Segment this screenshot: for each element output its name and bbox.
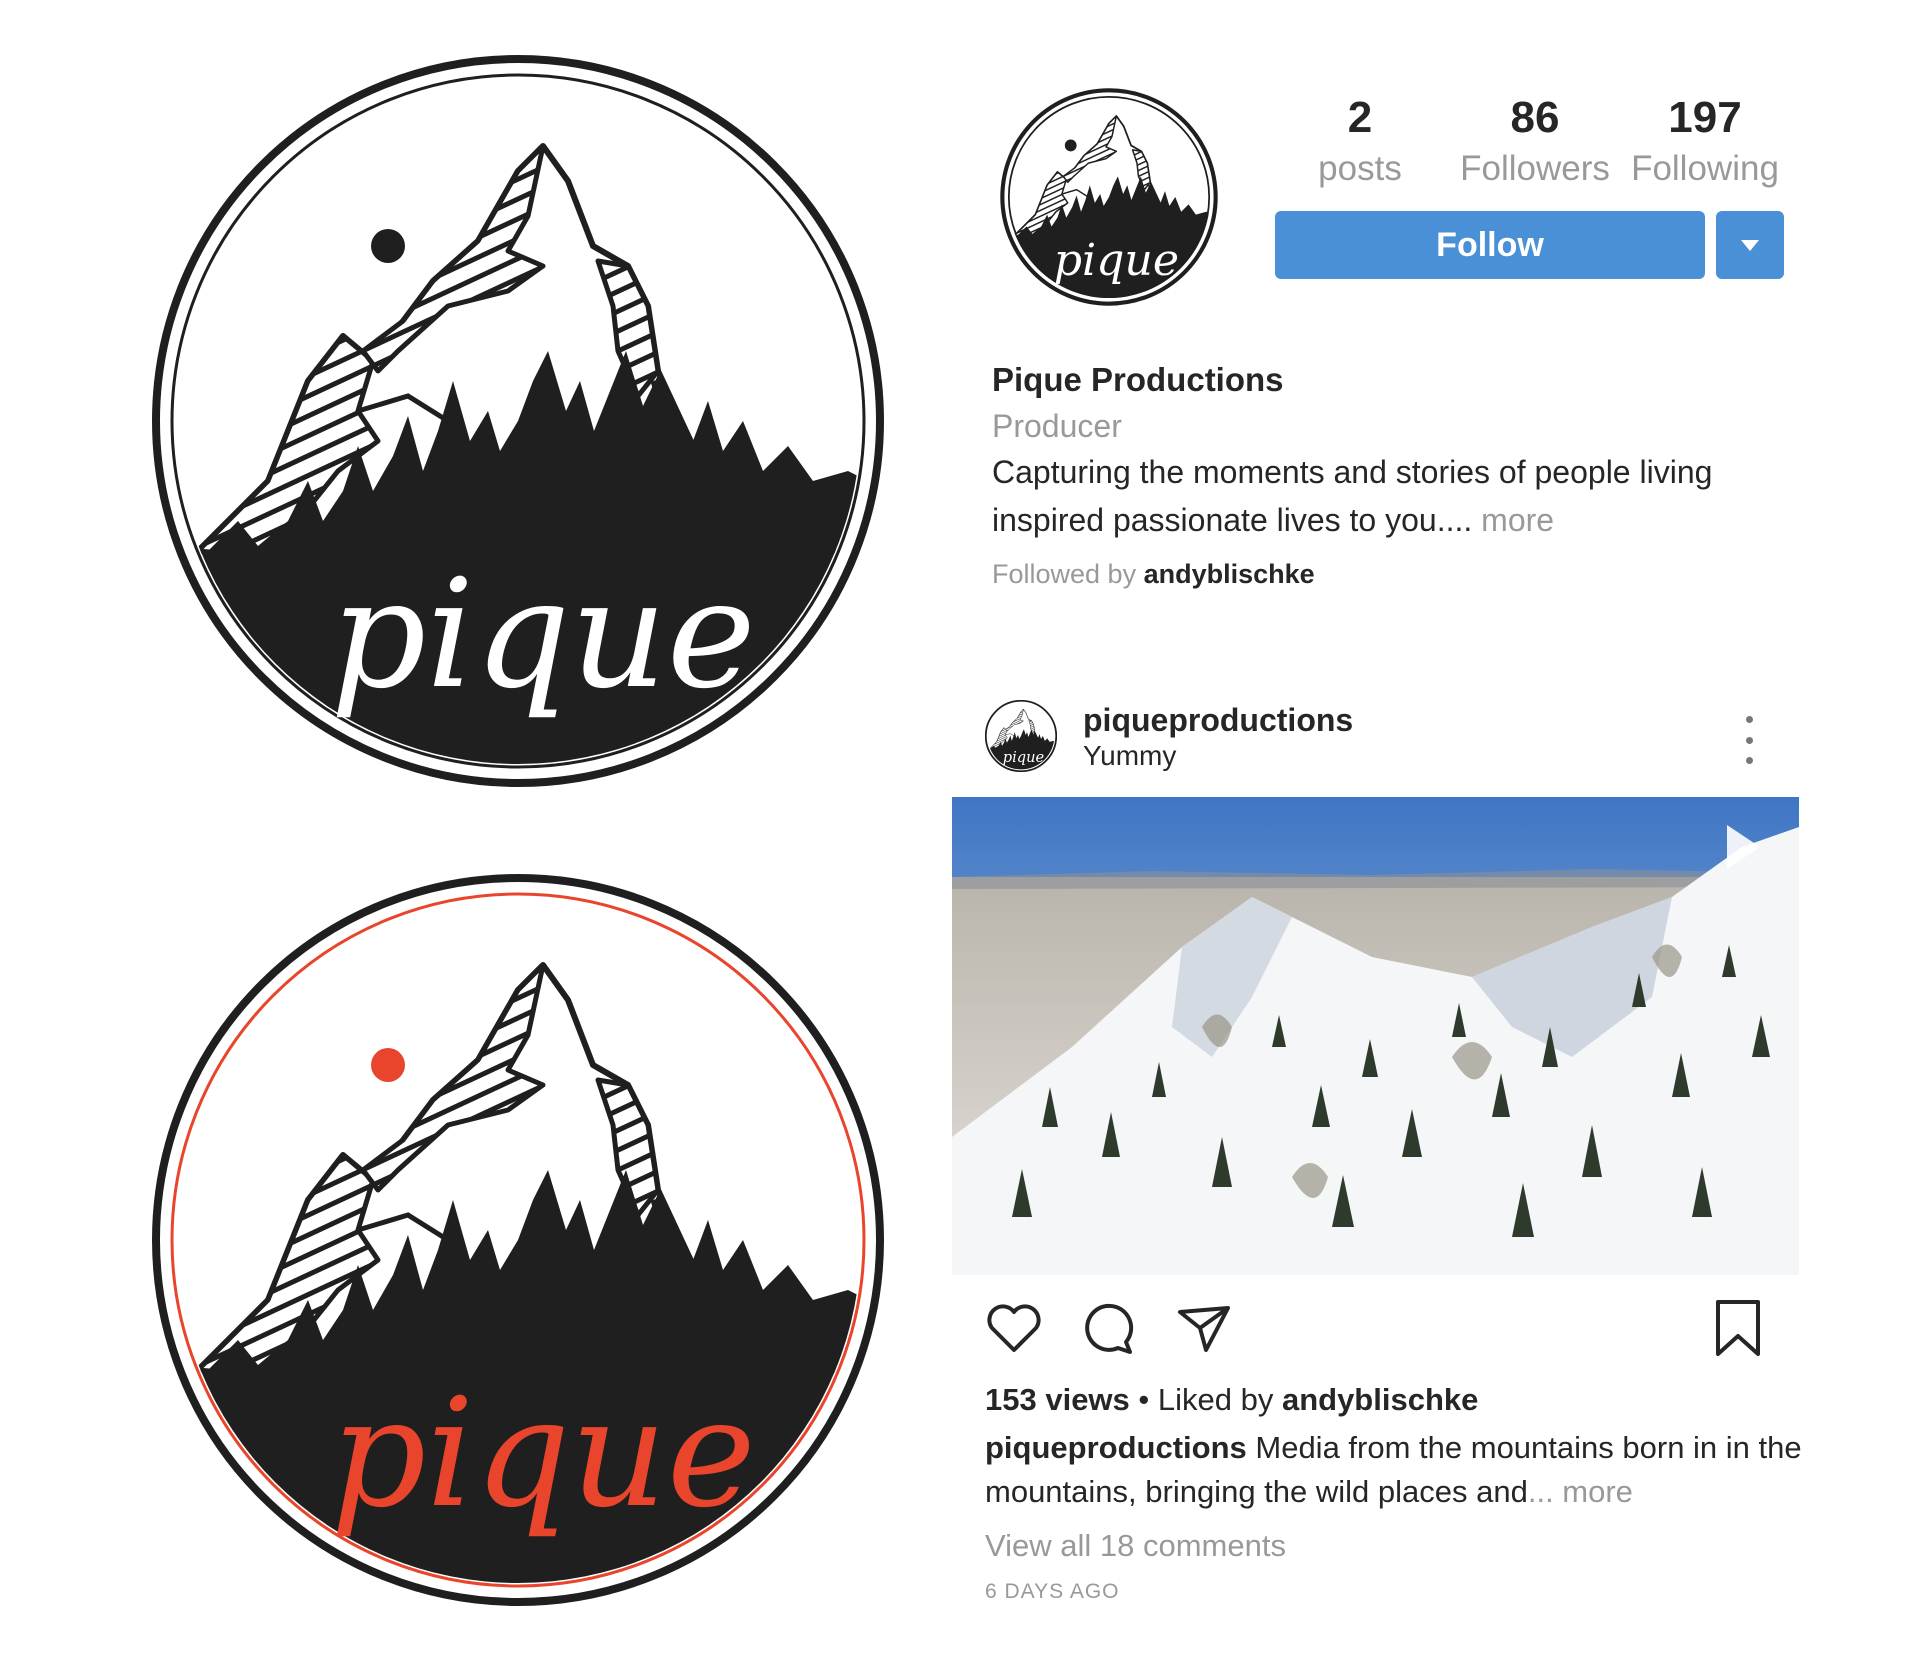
caret-down-icon xyxy=(1741,239,1759,251)
bio-text: Capturing the moments and stories of peo… xyxy=(992,454,1713,538)
follow-button[interactable]: Follow xyxy=(1275,211,1705,279)
following-count: 197 xyxy=(1668,93,1742,142)
posts-count: 2 xyxy=(1347,93,1373,142)
post-timestamp: 6 DAYS AGO xyxy=(985,1580,1120,1603)
suggestions-dropdown-button[interactable] xyxy=(1716,211,1784,279)
sun-icon xyxy=(371,229,405,263)
logo-wordmark: pique xyxy=(330,548,755,722)
caption-more-link[interactable]: ... more xyxy=(1528,1474,1633,1509)
post-username[interactable]: piqueproductions xyxy=(1083,700,1353,740)
profile-avatar[interactable]: pique xyxy=(1000,88,1218,306)
sun-icon xyxy=(371,1048,405,1082)
views-liked-line: 153 views • Liked by andyblischke xyxy=(985,1382,1479,1417)
followers-count: 86 xyxy=(1510,93,1560,142)
send-icon[interactable] xyxy=(1174,1298,1234,1358)
posts-label: posts xyxy=(1318,149,1402,188)
post-location[interactable]: Yummy xyxy=(1083,738,1176,774)
profile-name: Pique Productions xyxy=(992,361,1284,398)
followed-by: Followed by andyblischke xyxy=(992,559,1315,589)
liked-by-user-link[interactable]: andyblischke xyxy=(1282,1382,1478,1417)
profile-bio: Pique Productions Producer Capturing the… xyxy=(992,356,1792,594)
pique-logo-mono: pique xyxy=(148,51,888,791)
stat-posts[interactable]: 2 posts xyxy=(1270,92,1450,194)
post-caption: piqueproductions Media from the mountain… xyxy=(985,1430,1802,1509)
heart-icon[interactable] xyxy=(984,1298,1044,1358)
bio-more-link[interactable]: more xyxy=(1481,502,1554,538)
bookmark-icon[interactable] xyxy=(1710,1298,1766,1358)
post-header: pique piqueproductions Yummy xyxy=(985,700,1795,780)
svg-text:pique: pique xyxy=(1054,235,1179,286)
pique-logo-color: pique xyxy=(148,870,888,1610)
svg-text:pique: pique xyxy=(1003,749,1044,766)
views-count[interactable]: 153 views xyxy=(985,1382,1130,1417)
stat-following[interactable]: 197 Following xyxy=(1615,92,1795,194)
followed-by-user-link[interactable]: andyblischke xyxy=(1144,559,1315,589)
comment-icon[interactable] xyxy=(1078,1298,1138,1358)
post-avatar[interactable]: pique xyxy=(985,700,1057,772)
logo-wordmark: pique xyxy=(330,1367,755,1541)
post-video[interactable] xyxy=(952,797,1799,1275)
more-options-icon[interactable] xyxy=(1739,716,1759,764)
caption-username-link[interactable]: piqueproductions xyxy=(985,1430,1247,1465)
following-label: Following xyxy=(1631,149,1779,188)
followers-label: Followers xyxy=(1460,149,1610,188)
profile-category: Producer xyxy=(992,408,1122,444)
stat-followers[interactable]: 86 Followers xyxy=(1440,92,1630,194)
post-meta: 153 views • Liked by andyblischke piquep… xyxy=(985,1378,1805,1608)
view-comments-link[interactable]: View all 18 comments xyxy=(985,1524,1805,1568)
